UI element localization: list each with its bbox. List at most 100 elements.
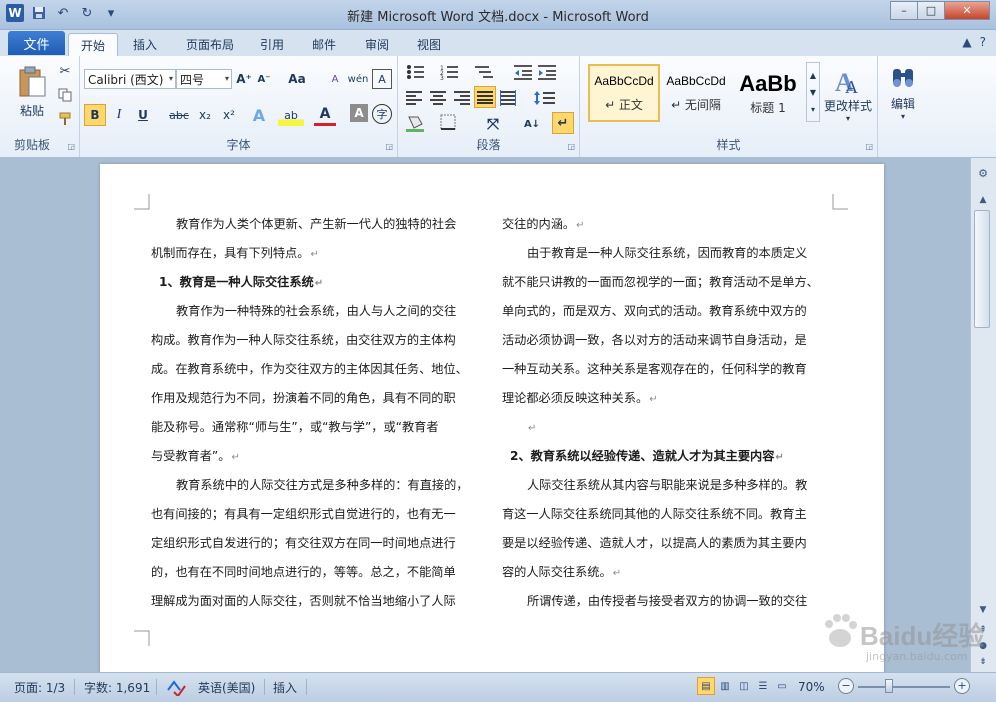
minimize-button[interactable]: – [890,1,917,20]
help-icon[interactable]: ? [980,35,986,49]
align-right-icon[interactable] [452,90,470,106]
tab-review[interactable]: 审阅 [357,33,397,56]
text-line[interactable]: 一种互动关系。这种关系是客观存在的，任何科学的教育 [502,355,833,384]
editing-button[interactable]: 编辑 ▾ [882,60,924,126]
tab-file[interactable]: 文件 [8,31,65,55]
next-page-icon[interactable]: ⇟ [974,654,992,670]
gallery-more-icon[interactable]: ▾ [811,105,815,114]
subscript-button[interactable]: x₂ [194,104,216,126]
word-count[interactable]: 字数: 1,691 [84,677,150,697]
align-center-icon[interactable] [429,90,447,106]
font-color-button[interactable]: A [314,104,336,126]
proofing-icon[interactable] [166,677,186,697]
text-line[interactable]: 也有间接的；有具有一定组织形式自觉进行的，也有无一 [151,500,482,529]
font-name-select[interactable]: Calibri (西文) ▾ [84,69,176,89]
paragraph-launcher-icon[interactable]: ◲ [567,142,575,151]
bold-button[interactable]: B [84,104,106,126]
text-line[interactable]: 教育作为一种特殊的社会系统，由人与人之间的交往 [151,297,482,326]
text-column-right[interactable]: 交往的内涵。↵ 由于教育是一种人际交往系统，因而教育的本质定义 就不能只讲教的一面而… [502,210,833,616]
draft-view-icon[interactable]: ▭ [773,677,791,695]
change-case-button[interactable]: Aa [284,69,310,89]
text-line[interactable]: 就不能只讲教的一面而忽视学的一面；教育活动不是单方、 [502,268,833,297]
justify-button[interactable] [474,86,496,108]
text-line[interactable]: 教育系统中的人际交往方式是多种多样的：有直接的， [151,471,482,500]
italic-button[interactable]: I [108,104,130,126]
char-border-button[interactable]: A [372,69,392,89]
web-layout-icon[interactable]: ◫ [735,677,753,695]
align-left-icon[interactable] [406,90,424,106]
scroll-up-icon[interactable]: ▲ [974,192,992,208]
text-line[interactable]: 2、教育系统以经验传递、造就人才为其主要内容↵ [502,442,833,471]
scroll-down-icon[interactable]: ▼ [974,602,992,618]
style-no-spacing[interactable]: AaBbCcDd ↵ 无间隔 [660,64,732,122]
zoom-out-icon[interactable]: − [838,678,854,694]
chinese-layout-icon[interactable]: ⤧ [480,114,506,134]
text-line[interactable]: 机制而存在，具有下列特点。↵ [151,239,482,268]
scroll-thumb[interactable] [974,210,990,328]
text-line[interactable]: 定组织形式自发进行的；有交往双方在同一时间地点进行 [151,529,482,558]
phonetic-guide-button[interactable]: wén [346,69,370,89]
text-line[interactable]: 容的人际交往系统。↵ [502,558,833,587]
text-effects-button[interactable]: A [248,104,270,126]
shading-icon[interactable] [406,114,428,132]
text-line[interactable]: 理论都必须反映这种关系。↵ [502,384,833,413]
grow-font-button[interactable]: A⁺ [234,69,254,89]
text-line[interactable]: 育这一人际交往系统同其他的人际交往系统不同。教育主 [502,500,833,529]
sort-button[interactable]: A↓ [520,114,544,134]
text-line[interactable]: 教育作为人类个体更新、产生新一代人的独特的社会 [151,210,482,239]
tab-view[interactable]: 视图 [409,33,449,56]
close-button[interactable]: ✕ [944,1,990,20]
superscript-button[interactable]: x² [218,104,240,126]
maximize-button[interactable]: □ [917,1,944,20]
text-line[interactable]: 要是以经验传递、造就人才，以提高人的素质为其主要内 [502,529,833,558]
zoom-slider[interactable] [858,686,950,688]
char-shading-button[interactable]: A [350,104,368,122]
styles-launcher-icon[interactable]: ◲ [865,142,873,151]
text-line[interactable]: 所谓传递，由传授者与接受者双方的协调一致的交往 [502,587,833,616]
tab-insert[interactable]: 插入 [122,33,168,56]
borders-icon[interactable] [440,114,458,130]
text-line[interactable]: 1、教育是一种人际交往系统↵ [151,268,482,297]
show-marks-button[interactable]: ↵ [552,112,574,134]
tab-references[interactable]: 引用 [252,33,292,56]
text-line[interactable]: 理解成为面对面的人际交往，否则就不恰当地缩小了人际 [151,587,482,616]
underline-button[interactable]: U [132,104,154,126]
distributed-icon[interactable] [500,90,518,106]
decrease-indent-icon[interactable] [514,64,534,80]
language-indicator[interactable]: 英语(美国) [198,677,255,697]
numbering-icon[interactable]: 123 [440,64,464,80]
tab-mailings[interactable]: 邮件 [304,33,344,56]
enclose-char-button[interactable]: 字 [372,104,392,124]
shrink-font-button[interactable]: A⁻ [254,69,274,89]
text-line[interactable]: 构成。教育作为一种人际交往系统，由交往双方的主体构 [151,326,482,355]
strikethrough-button[interactable]: abc [166,104,192,126]
outline-view-icon[interactable]: ☰ [754,677,772,695]
copy-icon[interactable] [56,86,74,104]
style-heading-1[interactable]: AaBb 标题 1 [732,64,804,122]
highlight-color-button[interactable]: ab [278,104,304,126]
text-line[interactable]: 作用及规范行为不同，扮演着不同的角色，具有不同的职 [151,384,482,413]
document-area[interactable]: 教育作为人类个体更新、产生新一代人的独特的社会 机制而存在，具有下列特点。↵ 1、教… [0,158,970,672]
change-styles-button[interactable]: AA 更改样式 ▾ [822,62,874,128]
paste-button[interactable]: 粘贴 [12,60,52,124]
insert-mode-indicator[interactable]: 插入 [273,677,297,697]
format-painter-icon[interactable] [56,110,74,128]
tab-page-layout[interactable]: 页面布局 [176,33,244,56]
text-line[interactable]: 成。在教育系统中，作为交往双方的主体因其任务、地位、 [151,355,482,384]
clipboard-launcher-icon[interactable]: ◲ [67,142,75,151]
print-layout-view-icon[interactable]: ▤ [697,677,715,695]
multilevel-list-icon[interactable] [474,64,498,80]
page-indicator[interactable]: 页面: 1/3 [14,677,65,697]
text-column-left[interactable]: 教育作为人类个体更新、产生新一代人的独特的社会 机制而存在，具有下列特点。↵ 1、教… [151,210,482,616]
style-gallery-scroll[interactable]: ▲ ▼ ▾ [806,62,820,122]
text-line[interactable]: 单向式的，而是双方、双向式的活动。教育系统中双方的 [502,297,833,326]
font-launcher-icon[interactable]: ◲ [385,142,393,151]
prev-page-icon[interactable]: ⇞ [974,622,992,638]
cut-icon[interactable]: ✂ [56,62,74,80]
font-size-select[interactable]: 四号 ▾ [176,69,232,89]
vertical-scrollbar[interactable]: ⚙ ▲ ▼ ⇞ ● ⇟ [970,158,996,672]
text-line[interactable]: 活动必须协调一致，各以对方的活动来调节自身活动，是 [502,326,833,355]
text-line[interactable]: 与受教育者”。↵ [151,442,482,471]
chevron-up-icon[interactable]: ▲ [810,71,816,80]
text-line[interactable]: 由于教育是一种人际交往系统，因而教育的本质定义 [502,239,833,268]
